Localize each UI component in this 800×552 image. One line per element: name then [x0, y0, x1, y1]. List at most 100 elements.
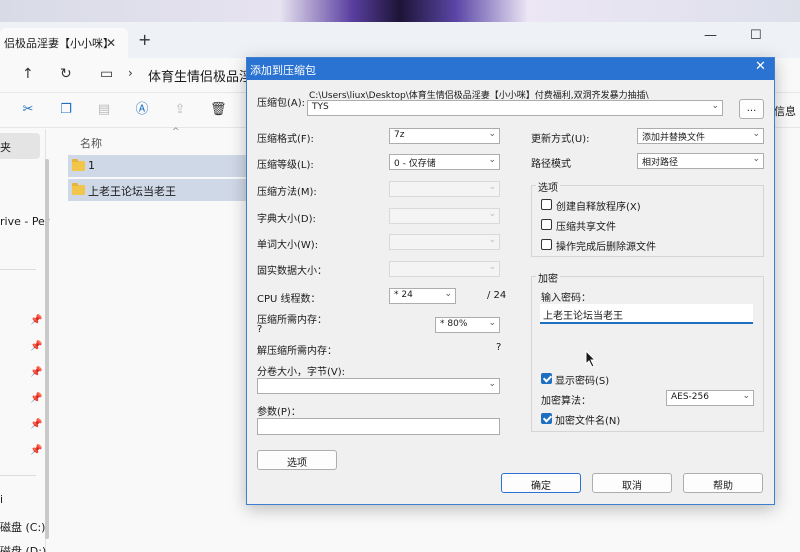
cpu-label: CPU 线程数：: [257, 294, 321, 305]
password-label: 输入密码：: [541, 293, 591, 304]
paste-icon[interactable]: ▤: [96, 102, 112, 118]
password-input[interactable]: 上老王论坛当老王: [540, 304, 753, 324]
refresh-icon[interactable]: ↻: [60, 66, 72, 82]
sidebar-item-drive-d[interactable]: 磁盘 (D:): [0, 543, 46, 552]
details-label[interactable]: 信息: [774, 103, 796, 119]
delete-icon[interactable]: 🗑: [210, 102, 227, 118]
copy-icon[interactable]: ❐: [58, 102, 74, 118]
pin-icon: 📌: [30, 315, 43, 326]
show-password-label: 显示密码(S): [555, 376, 610, 387]
solid-select[interactable]: ⌄: [389, 261, 500, 277]
pin-icon: 📌: [30, 445, 43, 456]
chevron-down-icon: ⌄: [488, 262, 496, 272]
shared-checkbox[interactable]: [541, 219, 552, 230]
encryption-method-label: 加密算法：: [541, 396, 591, 407]
divider: [0, 475, 36, 476]
chevron-down-icon: ⌄: [488, 155, 496, 165]
pin-icon: 📌: [30, 367, 43, 378]
scrollbar[interactable]: [45, 159, 49, 539]
computer-icon[interactable]: ▭: [100, 66, 113, 82]
format-label: 压缩格式(F):: [257, 134, 314, 145]
path-mode-select[interactable]: 相对路径 ⌄: [637, 153, 764, 169]
sidebar-item-pc[interactable]: i: [0, 493, 3, 506]
level-label: 压缩等级(L):: [257, 160, 314, 171]
cpu-total: / 24: [487, 290, 507, 301]
mem-decompress-value: ?: [496, 342, 502, 353]
file-list: ^ 名称 1 上老王论坛当老王: [54, 127, 254, 552]
method-select[interactable]: ⌄: [389, 181, 500, 197]
encrypt-filenames-checkbox[interactable]: [541, 413, 552, 424]
params-input[interactable]: [257, 418, 500, 435]
mem-compress-label: 压缩所需内存：: [257, 315, 327, 326]
encryption-group: 加密 输入密码： 显示密码(S) 加密算法： AES-256 ⌄ 加密文件名(N): [531, 270, 764, 432]
sidebar-item-drive-c[interactable]: 磁盘 (C:): [0, 519, 45, 535]
chevron-down-icon: ⌄: [711, 101, 719, 111]
pin-icon: 📌: [30, 419, 43, 430]
archive-name-combo[interactable]: TYS ⌄: [307, 100, 723, 116]
dialog-title: 添加到压缩包: [250, 64, 316, 77]
folder-icon: [72, 159, 85, 171]
show-password-checkbox[interactable]: [541, 373, 552, 384]
sfx-checkbox[interactable]: [541, 199, 552, 210]
sidebar-item-onedrive[interactable]: rive - Per: [0, 215, 49, 228]
format-select[interactable]: 7z ⌄: [389, 128, 500, 144]
minimize-icon[interactable]: —: [704, 28, 717, 43]
column-header-name[interactable]: 名称: [80, 135, 102, 151]
chevron-down-icon: ⌄: [488, 209, 496, 219]
method-label: 压缩方法(M):: [257, 187, 317, 198]
mem-usage-select[interactable]: * 80% ⌄: [435, 317, 500, 333]
chevron-down-icon: ⌄: [488, 379, 496, 389]
chevron-right-icon[interactable]: ›: [128, 66, 133, 80]
mem-decompress-label: 解压缩所需内存：: [257, 346, 337, 357]
update-select[interactable]: 添加并替换文件 ⌄: [637, 128, 764, 144]
tab-bar: 侣极品淫妻【小小咪】 ✕ + — ☐: [0, 22, 800, 58]
close-icon[interactable]: ✕: [106, 36, 116, 50]
tab-title: 侣极品淫妻【小小咪】: [4, 37, 114, 50]
mem-compress-value: ?: [257, 324, 263, 335]
maximize-icon[interactable]: ☐: [750, 28, 762, 43]
browse-button[interactable]: ...: [739, 99, 764, 119]
encryption-method-select[interactable]: AES-256 ⌄: [666, 390, 754, 406]
delete-source-checkbox[interactable]: [541, 239, 552, 250]
volume-label: 分卷大小，字节(V):: [257, 367, 346, 378]
dict-select[interactable]: ⌄: [389, 208, 500, 224]
up-arrow-icon[interactable]: ↑: [22, 66, 34, 82]
close-icon[interactable]: ✕: [755, 59, 766, 74]
file-name: 1: [88, 159, 95, 172]
help-button[interactable]: 帮助: [683, 473, 763, 493]
sidebar-item-selected[interactable]: 夹: [0, 133, 40, 159]
pin-icon: 📌: [30, 393, 43, 404]
chevron-down-icon: ⌄: [752, 154, 760, 164]
ok-button[interactable]: 确定: [501, 473, 581, 493]
chevron-down-icon: ⌄: [488, 235, 496, 245]
add-to-archive-dialog: 添加到压缩包 ✕ 压缩包(A): C:\Users\liux\Desktop\体…: [246, 57, 775, 505]
word-label: 单词大小(W):: [257, 240, 319, 251]
cpu-select[interactable]: * 24 ⌄: [389, 288, 456, 304]
list-item[interactable]: 1: [68, 155, 254, 177]
pin-icon: 📌: [30, 341, 43, 352]
chevron-down-icon: ⌄: [742, 391, 750, 401]
update-label: 更新方式(U):: [531, 134, 590, 145]
options-button[interactable]: 选项: [257, 450, 337, 470]
rename-icon[interactable]: Ⓐ: [134, 102, 150, 118]
list-item[interactable]: 上老王论坛当老王: [68, 179, 254, 201]
path-mode-label: 路径模式: [531, 159, 571, 170]
encryption-group-title: 加密: [536, 270, 560, 285]
navigation-pane: 夹 rive - Per 📌 📌 📌 📌 📌 📌 i 磁盘 (C:) 磁盘 (D…: [0, 129, 49, 552]
delete-source-label: 操作完成后删除源文件: [556, 242, 656, 253]
word-select[interactable]: ⌄: [389, 234, 500, 250]
level-select[interactable]: 0 - 仅存储 ⌄: [389, 154, 500, 170]
share-icon[interactable]: ⇪: [172, 102, 188, 118]
chevron-down-icon: ⌄: [488, 318, 496, 328]
add-tab-icon[interactable]: +: [138, 30, 151, 49]
dict-label: 字典大小(D):: [257, 214, 316, 225]
solid-label: 固实数据大小：: [257, 266, 327, 277]
volume-size-combo[interactable]: ⌄: [257, 378, 500, 394]
chevron-down-icon: ⌄: [444, 289, 452, 299]
shared-label: 压缩共享文件: [556, 222, 616, 233]
explorer-tab[interactable]: 侣极品淫妻【小小咪】 ✕: [0, 28, 128, 58]
desktop-wallpaper: [0, 0, 800, 22]
cut-icon[interactable]: ✂: [20, 102, 36, 118]
params-label: 参数(P)：: [257, 407, 301, 418]
cancel-button[interactable]: 取消: [592, 473, 672, 493]
